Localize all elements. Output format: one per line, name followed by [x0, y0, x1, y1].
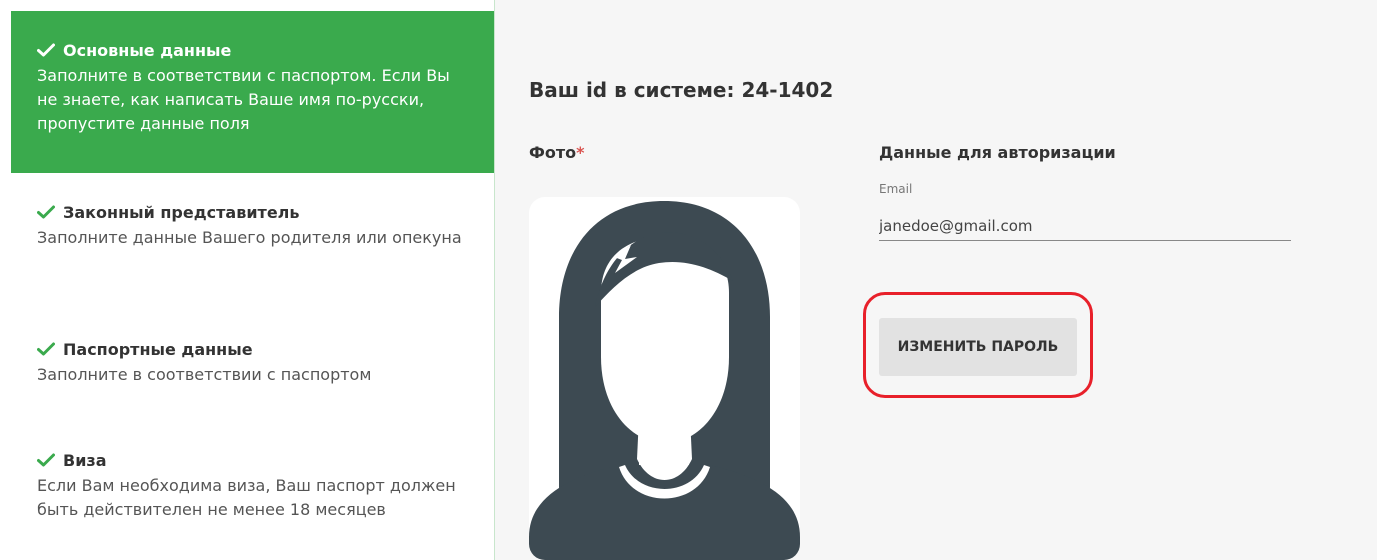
email-label: Email — [879, 182, 913, 196]
required-mark: * — [576, 143, 585, 162]
auth-section-title: Данные для авторизации — [879, 143, 1116, 162]
step-description: Если Вам необходима виза, Ваш паспорт до… — [37, 476, 456, 519]
check-icon — [37, 205, 55, 219]
system-id-label: Ваш id в системе: 24-1402 — [529, 78, 834, 102]
step-description: Заполните в соответствии с паспортом — [37, 365, 372, 384]
step-title: Основные данные — [37, 39, 468, 61]
step-description: Заполните в соответствии с паспортом. Ес… — [37, 66, 450, 133]
steps-sidebar: Основные данные Заполните в соответствии… — [0, 0, 494, 560]
photo-label: Фото* — [529, 143, 585, 162]
step-visa[interactable]: Виза Если Вам необходима виза, Ваш паспо… — [11, 449, 494, 522]
profile-form: Ваш id в системе: 24-1402 Фото* Данные д… — [494, 0, 1377, 560]
check-icon — [37, 43, 55, 57]
step-passport-data[interactable]: Паспортные данные Заполните в соответств… — [11, 338, 494, 387]
step-title-text: Паспортные данные — [63, 339, 253, 359]
check-icon — [37, 342, 55, 356]
email-field[interactable] — [879, 212, 1291, 241]
step-legal-representative[interactable]: Законный представитель Заполните данные … — [11, 201, 494, 250]
photo-upload[interactable] — [529, 197, 800, 560]
avatar-placeholder-icon — [529, 201, 800, 560]
step-title-text: Законный представитель — [63, 202, 300, 222]
photo-label-text: Фото — [529, 143, 577, 162]
step-title-text: Основные данные — [63, 40, 232, 60]
step-description: Заполните данные Вашего родителя или опе… — [37, 228, 462, 247]
check-icon — [37, 453, 55, 467]
step-title: Законный представитель — [37, 201, 468, 223]
step-main-data[interactable]: Основные данные Заполните в соответствии… — [11, 11, 494, 173]
step-title: Паспортные данные — [37, 338, 468, 360]
change-password-button[interactable]: ИЗМЕНИТЬ ПАРОЛЬ — [879, 318, 1077, 376]
step-title: Виза — [37, 449, 468, 471]
step-title-text: Виза — [63, 450, 107, 470]
